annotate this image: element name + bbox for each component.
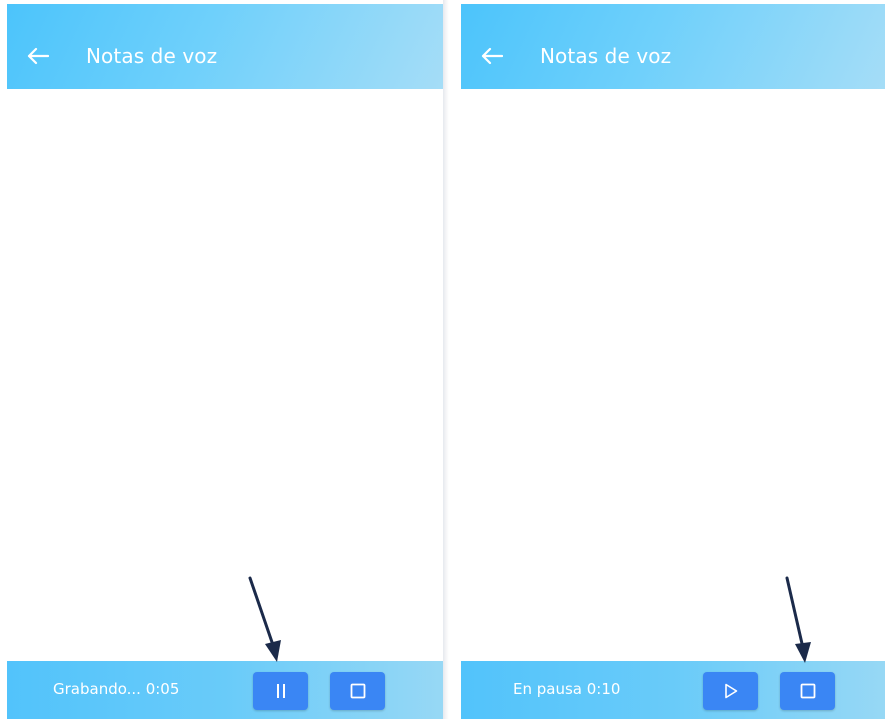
recording-status: En pausa 0:10 bbox=[513, 680, 621, 698]
resume-button[interactable] bbox=[703, 672, 758, 710]
screen-divider bbox=[443, 0, 458, 719]
back-button[interactable] bbox=[477, 42, 507, 70]
app-bar: Notas de voz bbox=[7, 4, 443, 89]
stop-button[interactable] bbox=[330, 672, 385, 710]
stop-icon bbox=[800, 683, 815, 699]
pause-icon bbox=[276, 684, 285, 698]
arrow-left-icon bbox=[481, 47, 503, 65]
comparison-canvas: Notas de voz Grabando... 0:05 Notas de v… bbox=[0, 0, 885, 719]
pause-button[interactable] bbox=[253, 672, 308, 710]
page-title: Notas de voz bbox=[86, 44, 218, 68]
recorder-bar: Grabando... 0:05 bbox=[7, 661, 443, 719]
play-icon bbox=[724, 683, 737, 699]
screen-recording: Notas de voz Grabando... 0:05 bbox=[7, 4, 443, 719]
stop-button[interactable] bbox=[780, 672, 835, 710]
stop-icon bbox=[350, 683, 365, 699]
annotation-arrow-icon bbox=[785, 576, 811, 663]
back-button[interactable] bbox=[23, 42, 53, 70]
arrow-left-icon bbox=[27, 47, 49, 65]
notes-content-area bbox=[7, 89, 443, 661]
recording-status: Grabando... 0:05 bbox=[53, 680, 180, 698]
annotation-arrow-icon bbox=[248, 576, 281, 662]
page-title: Notas de voz bbox=[540, 44, 672, 68]
app-bar: Notas de voz bbox=[461, 4, 885, 89]
